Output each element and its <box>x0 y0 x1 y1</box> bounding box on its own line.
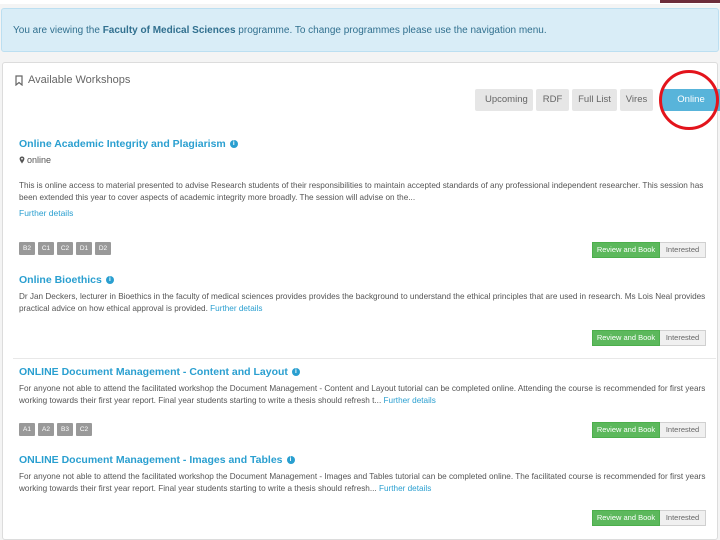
workshop-title-text[interactable]: ONLINE Document Management - Images and … <box>19 454 283 466</box>
panel-heading-label: Available Workshops <box>28 74 131 86</box>
interested-button[interactable]: Interested <box>660 330 706 346</box>
badge-group: B2 C1 C2 D1 D2 <box>19 242 111 255</box>
badge-c2: C2 <box>76 423 92 436</box>
workshop-description-text: Dr Jan Deckers, lecturer in Bioethics in… <box>19 292 706 313</box>
badge-c2: C2 <box>57 242 73 255</box>
workshop-item: ONLINE Document Management - Content and… <box>19 366 709 407</box>
review-and-book-button[interactable]: Review and Book <box>592 510 660 526</box>
booking-buttons: Review and Book Interested <box>592 510 706 526</box>
tab-rdf[interactable]: RDF <box>536 89 569 111</box>
booking-buttons: Review and Book Interested <box>592 330 706 346</box>
map-pin-icon <box>19 156 25 164</box>
workshop-title-text[interactable]: Online Bioethics <box>19 274 102 286</box>
tab-full-list[interactable]: Full List <box>572 89 617 111</box>
workshop-location-text: online <box>27 155 52 165</box>
review-and-book-button[interactable]: Review and Book <box>592 242 660 258</box>
workshop-description: This is online access to material presen… <box>19 181 704 202</box>
info-icon[interactable]: i <box>105 276 114 284</box>
workshop-title: ONLINE Document Management - Content and… <box>19 366 709 378</box>
workshop-title: Online Bioethics i <box>19 274 709 286</box>
further-details-link[interactable]: Further details <box>384 396 436 405</box>
workshop-description: For anyone not able to attend the facili… <box>19 471 709 495</box>
panel-heading: Available Workshops <box>15 74 130 86</box>
annotation-circle <box>659 70 719 130</box>
badge-d1: D1 <box>76 242 92 255</box>
info-icon[interactable]: i <box>286 456 295 464</box>
divider <box>13 358 716 359</box>
top-strip-accent <box>660 0 720 3</box>
booking-buttons: Review and Book Interested <box>592 422 706 438</box>
interested-button[interactable]: Interested <box>660 422 706 438</box>
workshop-description: For anyone not able to attend the facili… <box>19 383 709 407</box>
review-and-book-button[interactable]: Review and Book <box>592 422 660 438</box>
further-details-link[interactable]: Further details <box>19 208 709 218</box>
badge-d2: D2 <box>95 242 111 255</box>
badge-a1: A1 <box>19 423 35 436</box>
booking-buttons: Review and Book Interested <box>592 242 706 258</box>
top-strip <box>0 0 720 4</box>
badge-b2: B2 <box>19 242 35 255</box>
tab-upcoming[interactable]: Upcoming <box>475 89 533 111</box>
notice-faculty: Faculty of Medical Sciences <box>102 25 236 36</box>
info-icon[interactable]: i <box>229 140 238 148</box>
workshop-title: ONLINE Document Management - Images and … <box>19 454 709 466</box>
further-details-link[interactable]: Further details <box>379 484 431 493</box>
badge-a2: A2 <box>38 423 54 436</box>
badge-c1: C1 <box>38 242 54 255</box>
workshop-item: Online Bioethics i Dr Jan Deckers, lectu… <box>19 274 709 315</box>
workshop-title: Online Academic Integrity and Plagiarism… <box>19 138 709 150</box>
interested-button[interactable]: Interested <box>660 510 706 526</box>
badge-b3: B3 <box>57 423 73 436</box>
programme-notice: You are viewing the Faculty of Medical S… <box>1 8 719 52</box>
workshop-title-text[interactable]: ONLINE Document Management - Content and… <box>19 366 288 378</box>
bookmark-icon <box>15 74 23 86</box>
info-icon[interactable]: i <box>291 368 300 376</box>
review-and-book-button[interactable]: Review and Book <box>592 330 660 346</box>
tab-vires[interactable]: Vires <box>620 89 653 111</box>
badge-group: A1 A2 B3 C2 <box>19 423 92 436</box>
notice-prefix: You are viewing the <box>13 25 103 36</box>
workshop-item: ONLINE Document Management - Images and … <box>19 454 709 495</box>
workshop-item: Online Academic Integrity and Plagiarism… <box>19 138 709 218</box>
interested-button[interactable]: Interested <box>660 242 706 258</box>
workshop-description-text: For anyone not able to attend the facili… <box>19 472 706 493</box>
workshop-title-text[interactable]: Online Academic Integrity and Plagiarism <box>19 138 226 150</box>
further-details-link[interactable]: Further details <box>210 304 262 313</box>
workshop-description-text: For anyone not able to attend the facili… <box>19 384 706 405</box>
workshop-location: online <box>19 155 709 165</box>
notice-suffix: programme. To change programmes please u… <box>235 25 547 36</box>
workshop-description: Dr Jan Deckers, lecturer in Bioethics in… <box>19 291 709 315</box>
